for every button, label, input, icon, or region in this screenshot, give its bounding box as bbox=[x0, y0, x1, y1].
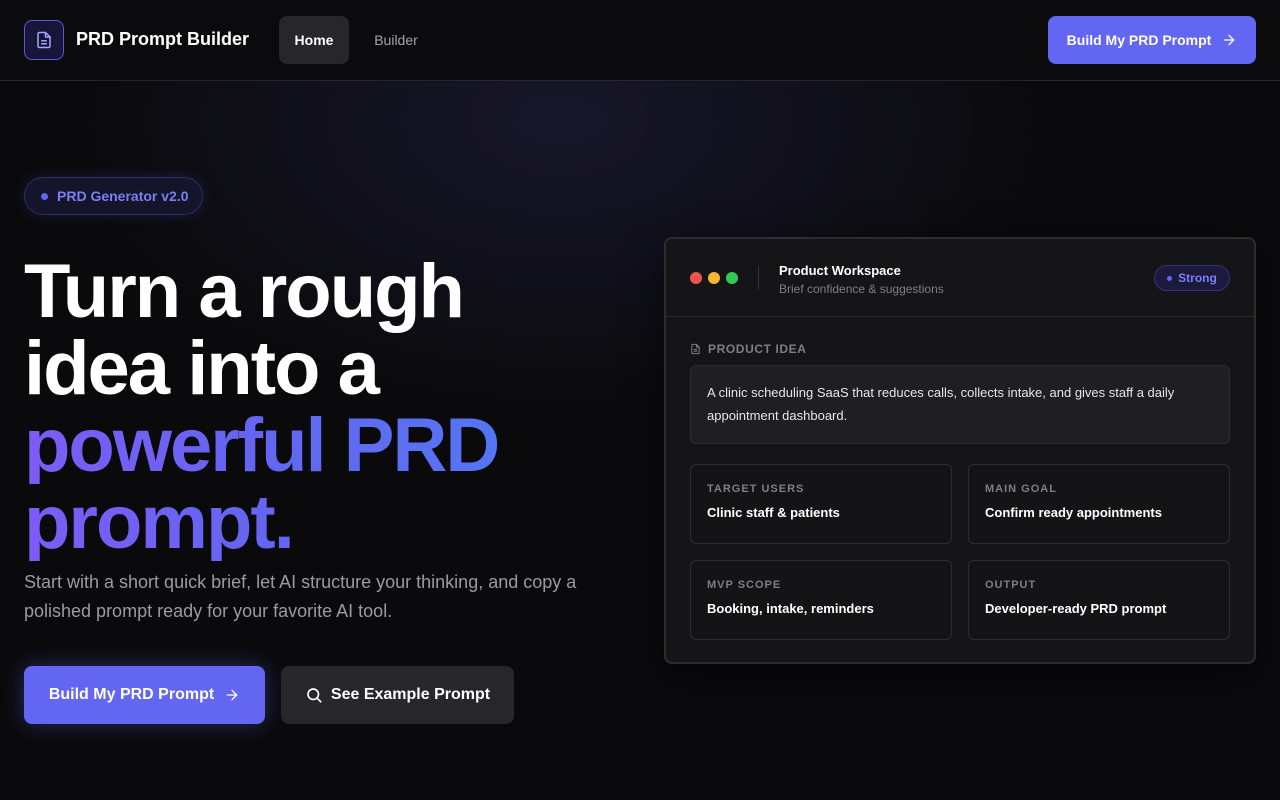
product-idea-text: A clinic scheduling SaaS that reduces ca… bbox=[690, 365, 1230, 444]
window-maximize-dot bbox=[726, 272, 738, 284]
product-workspace-card: Product Workspace Brief confidence & sug… bbox=[664, 237, 1256, 664]
workspace-subtitle: Brief confidence & suggestions bbox=[779, 282, 944, 296]
product-idea-label: PRODUCT IDEA bbox=[690, 342, 807, 356]
status-badge-label: Strong bbox=[1178, 271, 1217, 285]
status-badge: Strong bbox=[1154, 265, 1230, 291]
nav-builder[interactable]: Builder bbox=[360, 16, 432, 64]
arrow-right-icon bbox=[1223, 34, 1235, 46]
hero-subtext: Start with a short quick brief, let AI s… bbox=[24, 572, 577, 621]
arrow-right-icon bbox=[226, 689, 238, 701]
build-prompt-hero-button[interactable]: Build My PRD Prompt bbox=[24, 666, 265, 724]
version-badge: PRD Generator v2.0 bbox=[24, 177, 203, 215]
tile-output: OUTPUT Developer-ready PRD prompt bbox=[968, 560, 1230, 640]
headline-line-2: idea into a bbox=[24, 326, 380, 411]
tile-value: Confirm ready appointments bbox=[985, 505, 1162, 520]
see-example-button[interactable]: See Example Prompt bbox=[281, 666, 514, 724]
tile-label: OUTPUT bbox=[985, 579, 1037, 591]
tile-value: Clinic staff & patients bbox=[707, 505, 840, 520]
search-icon bbox=[307, 688, 322, 703]
document-icon bbox=[37, 31, 51, 49]
build-prompt-header-label: Build My PRD Prompt bbox=[1066, 32, 1212, 48]
window-minimize-dot bbox=[708, 272, 720, 284]
tile-target-users: TARGET USERS Clinic staff & patients bbox=[690, 464, 952, 544]
headline-line-1: Turn a rough bbox=[24, 249, 465, 334]
headline-line-4: prompt. bbox=[24, 484, 584, 561]
build-prompt-header-button[interactable]: Build My PRD Prompt bbox=[1048, 16, 1256, 64]
workspace-title: Product Workspace bbox=[779, 263, 901, 278]
tile-value: Developer-ready PRD prompt bbox=[985, 601, 1167, 616]
tile-label: MVP SCOPE bbox=[707, 579, 782, 591]
tile-label: MAIN GOAL bbox=[985, 483, 1057, 495]
header-divider bbox=[758, 266, 759, 290]
logo[interactable] bbox=[24, 20, 64, 60]
hero-headline: Turn a rough idea into a powerful PRD pr… bbox=[24, 253, 584, 561]
document-icon bbox=[691, 343, 700, 355]
workspace-header: Product Workspace Brief confidence & sug… bbox=[666, 239, 1254, 317]
tile-value: Booking, intake, reminders bbox=[707, 601, 874, 616]
status-dot bbox=[1167, 275, 1173, 281]
nav-home[interactable]: Home bbox=[279, 16, 349, 64]
build-prompt-hero-label: Build My PRD Prompt bbox=[48, 686, 215, 703]
window-close-dot bbox=[690, 272, 702, 284]
brand-name[interactable]: PRD Prompt Builder bbox=[76, 29, 249, 50]
see-example-label: See Example Prompt bbox=[330, 686, 491, 703]
tile-label: TARGET USERS bbox=[707, 483, 805, 495]
tile-mvp-scope: MVP SCOPE Booking, intake, reminders bbox=[690, 560, 952, 640]
tile-main-goal: MAIN GOAL Confirm ready appointments bbox=[968, 464, 1230, 544]
badge-dot bbox=[41, 192, 48, 200]
headline-line-3: powerful PRD bbox=[24, 407, 584, 484]
top-nav-bar: PRD Prompt Builder Home Builder Build My… bbox=[0, 0, 1280, 81]
product-idea-label-text: PRODUCT IDEA bbox=[708, 342, 807, 356]
version-badge-label: PRD Generator v2.0 bbox=[57, 188, 189, 204]
